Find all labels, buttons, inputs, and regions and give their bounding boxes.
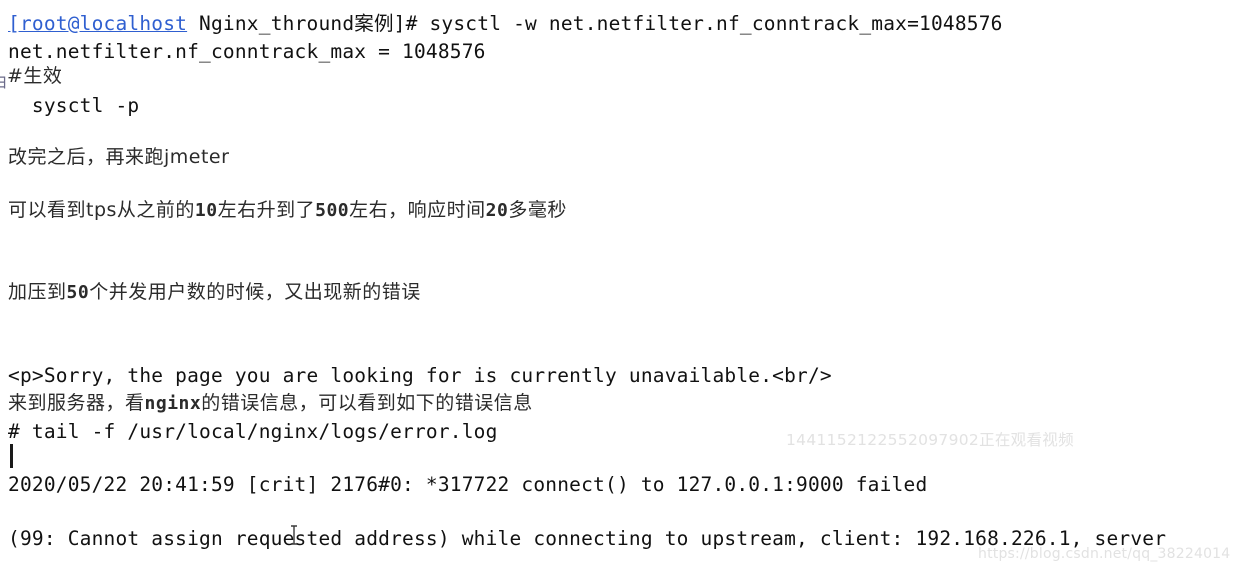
note-pressure-seg2: 个并发用户数的时候，又出现新的错误 [89,281,421,303]
note-tps-seg3: 左右，响应时间 [349,199,486,221]
watermark-viewer-notice: 1441152122552097902正在观看视频 [786,431,1074,449]
log-line-crit: 2020/05/22 20:41:59 [crit] 2176#0: *3177… [8,473,928,496]
terminal-text-page: [root@localhost Nginx_thround案例]# sysctl… [0,0,1236,572]
text-caret [10,444,13,468]
note-after-edit-text: 改完之后，再来跑jmeter [8,146,230,168]
log-line-detail: (99: Cannot assign requested address) wh… [8,527,1167,550]
note-tps-seg2: 左右升到了 [217,199,316,221]
note-pressure-line: 加压到50个并发用户数的时候，又出现新的错误 [8,283,421,302]
prompt-host-link[interactable]: [root@localhost [8,12,187,35]
prompt-command-text: Nginx_thround案例]# sysctl -w net.netfilte… [187,12,1003,35]
sysctl-output-line: net.netfilter.nf_conntrack_max = 1048576 [8,40,486,63]
sysctl-p-line: sysctl -p [8,94,140,117]
note-tps-seg4: 多毫秒 [508,199,567,221]
clipped-edge-glyph: 由 [0,68,7,92]
html-snippet-line: <p>Sorry, the page you are looking for i… [8,364,832,387]
note-tps-line: 可以看到tps从之前的10左右升到了500左右，响应时间20多毫秒 [8,201,567,220]
note-tps-value-before: 10 [194,200,218,221]
note-server-seg1: 来到服务器，看 [8,392,145,414]
note-server-nginx: nginx [144,393,202,414]
note-pressure-seg1: 加压到 [8,281,67,303]
note-server-line: 来到服务器，看nginx的错误信息，可以看到如下的错误信息 [8,394,533,413]
note-tps-seg1: 可以看到tps从之前的 [8,199,195,221]
mouse-ibeam-cursor [291,525,297,545]
note-server-seg2: 的错误信息，可以看到如下的错误信息 [201,392,533,414]
note-tps-response-time: 20 [485,200,509,221]
note-after-edit-line: 改完之后，再来跑jmeter [8,148,229,167]
prompt-line: [root@localhost Nginx_thround案例]# sysctl… [8,14,1003,34]
note-pressure-user-count: 50 [66,282,90,303]
note-tps-value-after: 500 [315,200,350,221]
comment-effective-line: #生效 [7,65,63,87]
tail-command-line: # tail -f /usr/local/nginx/logs/error.lo… [8,420,498,443]
